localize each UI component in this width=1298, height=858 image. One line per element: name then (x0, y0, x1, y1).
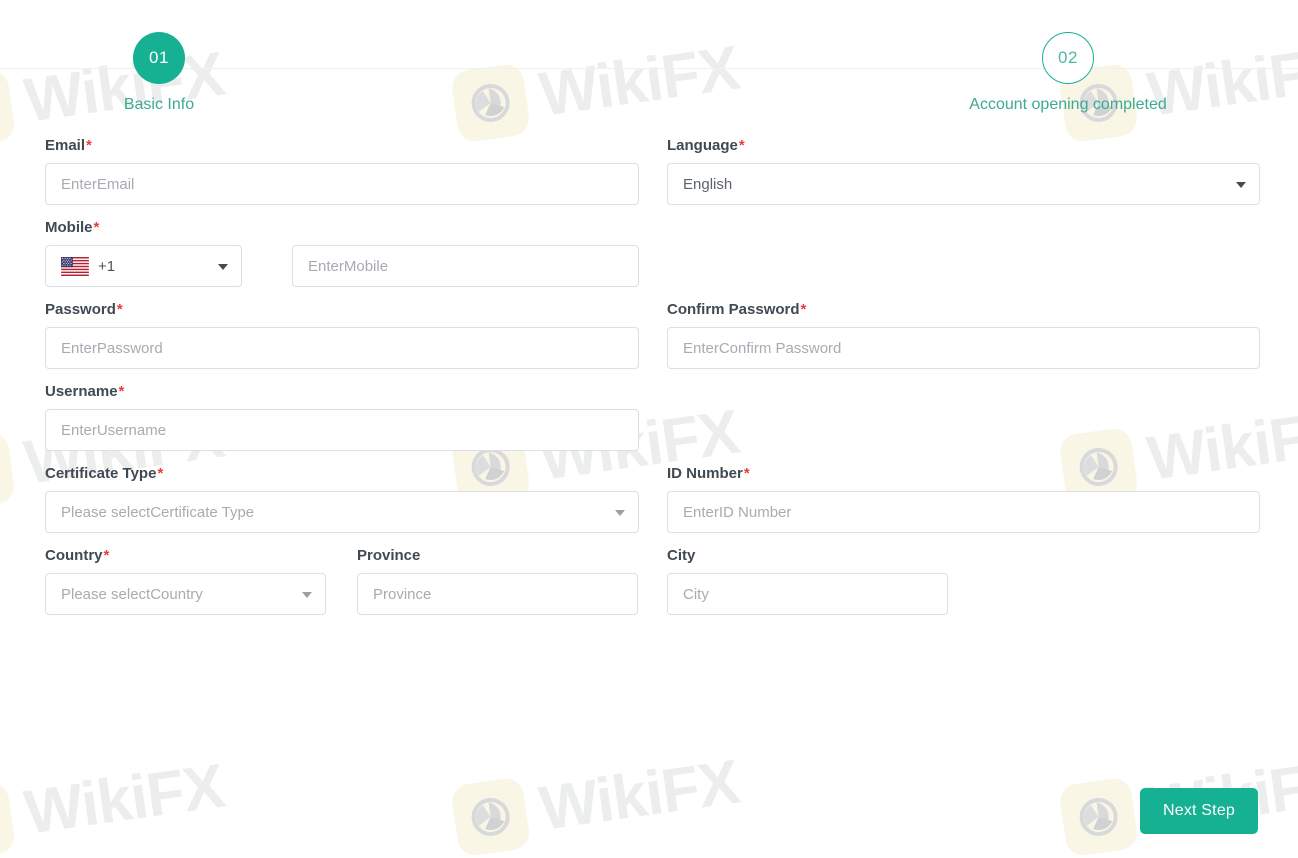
step-label: Basic Info (123, 96, 195, 113)
chevron-down-icon (302, 592, 312, 598)
field-province: Province Province (357, 548, 638, 615)
country-value: Please selectCountry (61, 585, 203, 603)
required-marker: * (118, 383, 125, 400)
country-code-select[interactable]: +1 (45, 245, 242, 287)
chevron-down-icon (1236, 182, 1246, 188)
mobile-label: Mobile* (45, 219, 100, 236)
password-label: Password* (45, 301, 123, 318)
step-number-badge: 01 (133, 32, 185, 84)
step-number-badge: 02 (1042, 32, 1094, 84)
certificate-type-label: Certificate Type* (45, 465, 164, 482)
step-account-opening-completed[interactable]: 02 Account opening completed (918, 0, 1218, 114)
field-country: Country* Please selectCountry (45, 548, 326, 615)
registration-form: Email* EnterEmail Language* English Mobi… (0, 138, 1298, 630)
language-selected-value: English (683, 175, 733, 193)
required-marker: * (157, 465, 164, 482)
username-input[interactable]: EnterUsername (45, 409, 639, 451)
mobile-input-group: +1 EnterMobile (45, 245, 639, 287)
required-marker: * (86, 137, 92, 154)
province-label: Province (357, 547, 421, 564)
registration-page: WikiFX WikiFX WikiFX WikiFX WikiFX WikiF… (0, 0, 1298, 858)
form-row: Email* EnterEmail Language* English (0, 138, 1298, 205)
form-row: Username* EnterUsername (0, 384, 1298, 451)
required-marker: * (738, 137, 745, 154)
username-label: Username* (45, 383, 125, 400)
required-marker: * (93, 219, 100, 236)
certificate-type-value: Please selectCertificate Type (61, 503, 255, 521)
province-input[interactable]: Province (357, 573, 638, 615)
certificate-type-select[interactable]: Please selectCertificate Type (45, 491, 639, 533)
language-label: Language* (667, 137, 745, 154)
field-mobile: Mobile* +1 EnterMobile (45, 220, 639, 287)
password-input[interactable]: EnterPassword (45, 327, 639, 369)
chevron-down-icon (615, 510, 625, 516)
email-input[interactable]: EnterEmail (45, 163, 639, 205)
required-marker: * (116, 301, 123, 318)
field-username: Username* EnterUsername (45, 384, 639, 451)
country-select[interactable]: Please selectCountry (45, 573, 326, 615)
field-id-number: ID Number* EnterID Number (667, 466, 1260, 533)
confirm-password-input[interactable]: EnterConfirm Password (667, 327, 1260, 369)
country-code-value: +1 (98, 257, 116, 275)
language-select[interactable]: English (667, 163, 1260, 205)
us-flag-icon (61, 256, 89, 276)
required-marker: * (800, 301, 807, 318)
confirm-password-label: Confirm Password* (667, 301, 807, 318)
step-basic-info[interactable]: 01 Basic Info (9, 0, 309, 114)
chevron-down-icon (218, 264, 228, 270)
country-label: Country* (45, 547, 110, 564)
city-label: City (667, 547, 696, 564)
id-number-input[interactable]: EnterID Number (667, 491, 1260, 533)
id-number-label: ID Number* (667, 465, 750, 482)
step-label: Account opening completed (969, 96, 1167, 113)
form-row: Country* Please selectCountry Province P… (0, 548, 1298, 615)
form-row: Mobile* +1 EnterMobile (0, 220, 1298, 287)
field-email: Email* EnterEmail (45, 138, 639, 205)
next-step-button[interactable]: Next Step (1140, 788, 1258, 834)
field-password: Password* EnterPassword (45, 302, 639, 369)
city-input[interactable]: City (667, 573, 948, 615)
form-footer: Next Step (0, 788, 1298, 858)
required-marker: * (743, 465, 750, 482)
field-city: City City (667, 548, 948, 615)
field-certificate-type: Certificate Type* Please selectCertifica… (45, 466, 639, 533)
form-row: Certificate Type* Please selectCertifica… (0, 466, 1298, 533)
form-row: Password* EnterPassword Confirm Password… (0, 302, 1298, 369)
required-marker: * (103, 547, 110, 564)
stepper: 01 Basic Info 02 Account opening complet… (0, 0, 1298, 130)
mobile-number-input[interactable]: EnterMobile (292, 245, 639, 287)
field-confirm-password: Confirm Password* EnterConfirm Password (667, 302, 1260, 369)
field-language: Language* English (667, 138, 1260, 205)
email-label: Email* (45, 137, 92, 154)
